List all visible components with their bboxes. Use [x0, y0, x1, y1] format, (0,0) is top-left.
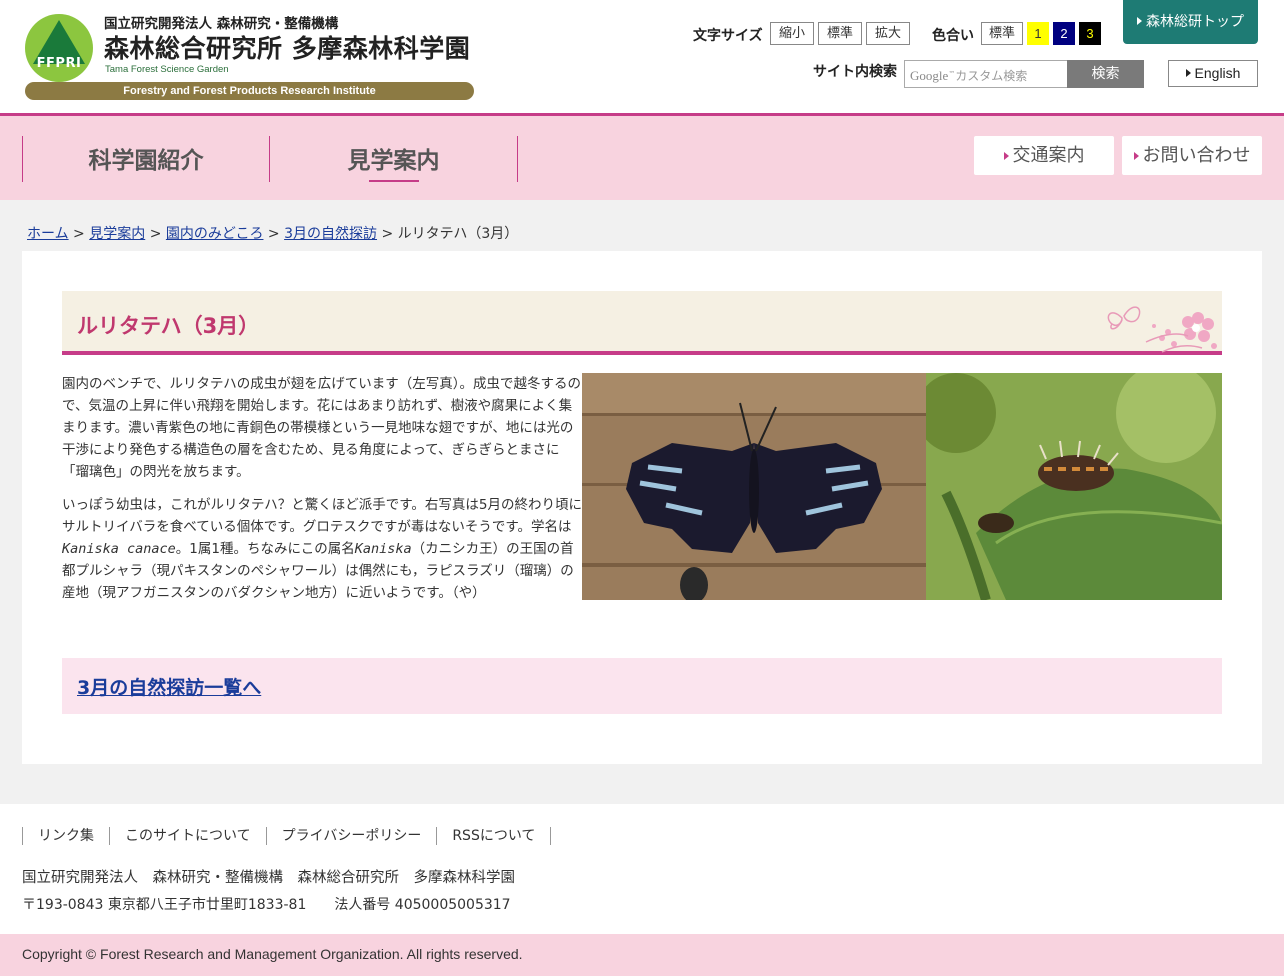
google-logo: Google [910, 68, 949, 83]
search-placeholder: カスタム検索 [955, 69, 1028, 83]
arrow-right-icon [1137, 17, 1142, 25]
color-2-button[interactable]: 2 [1053, 22, 1075, 45]
breadcrumb-highlights[interactable]: 園内のみどころ [166, 226, 264, 242]
color-1-button[interactable]: 1 [1027, 22, 1049, 45]
footer-org-name: 国立研究開発法人 森林研究・整備機構 森林総合研究所 多摩森林科学園 [22, 870, 515, 886]
breadcrumb-current: ルリタテハ（3月） [397, 226, 519, 242]
site-title[interactable]: 森林総合研究所 多摩森林科学園 [104, 29, 470, 65]
breadcrumb-separator: > [381, 226, 394, 242]
nav-active-indicator [369, 180, 419, 182]
footer-link-about[interactable]: このサイトについて [109, 827, 266, 845]
para2-text-b: 。1属1種。ちなみにこの属名 [175, 541, 355, 557]
para2-text-a: いっぽう幼虫は，これがルリタテハ？と驚くほど派手です。右写真は5月の終わり頃にサ… [62, 497, 582, 535]
nav-item-visit[interactable]: 見学案内 [270, 141, 517, 175]
font-small-button[interactable]: 縮小 [770, 22, 814, 45]
nav-item-about[interactable]: 科学園紹介 [23, 141, 269, 175]
footer-links: リンク集 このサイトについて プライバシーポリシー RSSについて [22, 827, 552, 845]
description-paragraph-1: 園内のベンチで、ルリタテハの成虫が翅を広げています（左写真）。成虫で越冬するので… [62, 376, 581, 480]
site-header: FFPRI 国立研究開発法人 森林研究・整備機構 森林総合研究所 多摩森林科学園… [0, 0, 1284, 113]
page-title: ルリタテハ（3月） [77, 314, 260, 338]
institute-bar: Forestry and Forest Products Research In… [25, 82, 474, 100]
breadcrumb-home[interactable]: ホーム [27, 226, 69, 242]
access-label: 交通案内 [1012, 145, 1085, 166]
site-title-en: Tama Forest Science Garden [105, 64, 229, 75]
description-paragraph-2: いっぽう幼虫は，これがルリタテハ？と驚くほど派手です。右写真は5月の終わり頃にサ… [62, 494, 582, 604]
breadcrumb-separator: > [267, 226, 280, 242]
logo-text: FFPRI [36, 56, 82, 71]
footer-link-links[interactable]: リンク集 [22, 827, 109, 845]
nav-divider [517, 136, 518, 182]
color-normal-button[interactable]: 標準 [981, 22, 1023, 45]
search-input[interactable]: Google™カスタム検索 [904, 60, 1068, 88]
english-label: English [1194, 65, 1241, 81]
font-large-button[interactable]: 拡大 [866, 22, 910, 45]
search-label: サイト内検索 [813, 64, 897, 80]
ffpri-logo[interactable]: FFPRI [25, 14, 93, 82]
font-size-label: 文字サイズ [693, 28, 763, 44]
ffpri-top-label: 森林総研トップ [1146, 14, 1244, 30]
caterpillar-photo [926, 373, 1222, 600]
color-3-button[interactable]: 3 [1079, 22, 1101, 45]
access-button[interactable]: 交通案内 [974, 136, 1114, 175]
breadcrumb: ホーム > 見学案内 > 園内のみどころ > 3月の自然探訪 > ルリタテハ（3… [27, 223, 518, 243]
breadcrumb-visit[interactable]: 見学案内 [89, 226, 145, 242]
english-button[interactable]: English [1168, 60, 1258, 87]
color-label: 色合い [932, 28, 974, 44]
footer-link-privacy[interactable]: プライバシーポリシー [265, 827, 437, 845]
contact-label: お問い合わせ [1142, 145, 1251, 166]
breadcrumb-separator: > [73, 226, 85, 242]
butterfly-flower-decoration [1107, 306, 1217, 353]
copyright: Copyright © Forest Research and Manageme… [22, 946, 523, 962]
search-button[interactable]: 検索 [1067, 60, 1144, 88]
footer-address: 〒193-0843 東京都八王子市廿里町1833-81 法人番号 4050005… [22, 897, 511, 913]
breadcrumb-march[interactable]: 3月の自然探訪 [284, 226, 377, 242]
arrow-right-icon [1133, 152, 1139, 160]
title-underline [62, 351, 1222, 355]
march-list-link[interactable]: 3月の自然探訪一覧へ [77, 673, 261, 700]
arrow-right-icon [1185, 69, 1191, 77]
contact-button[interactable]: お問い合わせ [1122, 136, 1262, 175]
ffpri-top-link[interactable]: 森林総研トップ [1123, 0, 1258, 44]
scientific-name: Kaniska canace [62, 541, 176, 557]
font-normal-button[interactable]: 標準 [818, 22, 862, 45]
genus-name: Kaniska [354, 541, 412, 557]
breadcrumb-separator: > [149, 226, 162, 242]
adult-butterfly-photo [582, 373, 926, 600]
footer-link-rss[interactable]: RSSについて [436, 827, 552, 845]
arrow-right-icon [1003, 152, 1009, 160]
